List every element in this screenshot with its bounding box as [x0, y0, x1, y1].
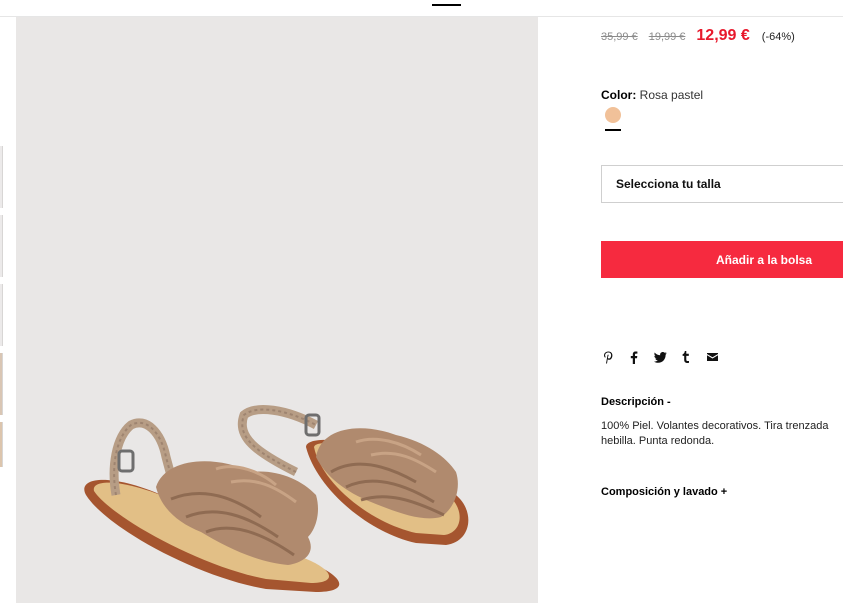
selected-swatch-indicator: [605, 129, 621, 131]
twitter-icon[interactable]: [653, 350, 667, 364]
thumbnail-5[interactable]: [0, 422, 3, 467]
description-line: hebilla. Punta redonda.: [601, 435, 715, 447]
email-icon[interactable]: [705, 350, 719, 364]
share-icons: [601, 350, 719, 364]
previous-price: 19,99 €: [648, 31, 686, 43]
description-toggle[interactable]: Descripción -: [601, 396, 671, 408]
original-price: 35,99 €: [601, 31, 638, 43]
thumbnail-4[interactable]: [0, 353, 3, 415]
color-label: Color:: [601, 88, 637, 102]
thumbnail-1[interactable]: [0, 146, 3, 208]
add-to-bag-label: Añadir a la bolsa: [715, 252, 813, 267]
sale-price: 12,99 €: [696, 27, 750, 44]
size-selector[interactable]: Selecciona tu talla: [601, 165, 843, 203]
color-info: Color: Rosa pastel: [601, 88, 703, 102]
thumbnail-3[interactable]: [0, 284, 3, 346]
pinterest-icon[interactable]: [601, 350, 615, 364]
color-value: Rosa pastel: [639, 88, 704, 102]
composition-care-toggle[interactable]: Composición y lavado +: [601, 486, 727, 498]
product-details-panel: 35,99 € 19,99 € 12,99 € (-64%) Color: Ro…: [601, 0, 843, 603]
description-text: 100% Piel. Volantes decorativos. Tira tr…: [601, 419, 843, 449]
sandals-illustration: [84, 405, 469, 592]
price-row: 35,99 € 19,99 € 12,99 € (-64%): [601, 27, 795, 47]
size-selector-label: Selecciona tu talla: [616, 177, 721, 191]
product-image: [16, 17, 538, 603]
tumblr-icon[interactable]: [679, 350, 693, 364]
color-swatch-rosa-pastel[interactable]: [605, 107, 621, 123]
facebook-icon[interactable]: [627, 350, 641, 364]
active-gallery-indicator: [432, 4, 461, 6]
discount-badge: (-64%): [761, 31, 795, 43]
add-to-bag-button[interactable]: Añadir a la bolsa: [601, 241, 843, 278]
thumbnail-2[interactable]: [0, 215, 3, 277]
description-line: 100% Piel. Volantes decorativos. Tira tr…: [601, 420, 829, 432]
